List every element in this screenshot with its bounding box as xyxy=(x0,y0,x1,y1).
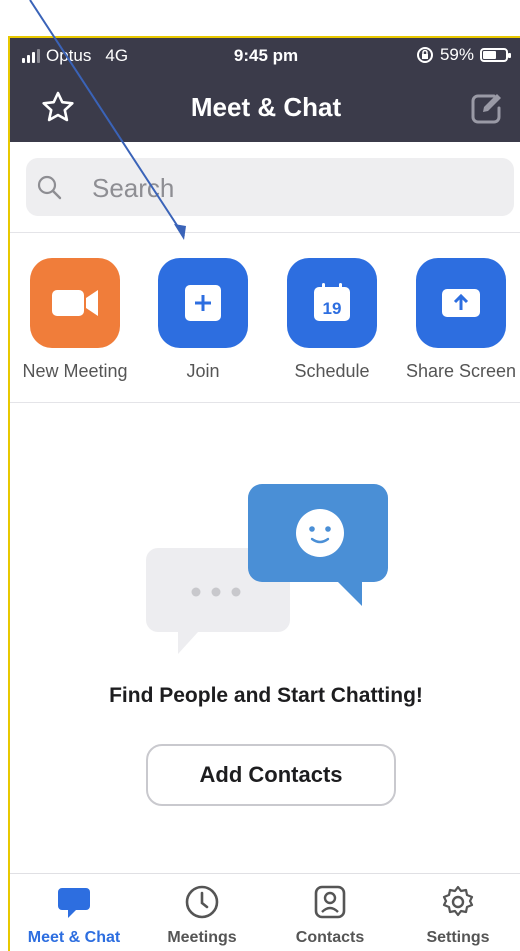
share-screen-label: Share Screen xyxy=(405,361,517,381)
schedule-button[interactable]: 19 Schedule xyxy=(267,258,397,382)
chat-bubble-icon xyxy=(58,888,90,918)
chat-illustration-icon xyxy=(146,484,388,654)
tab-bar: Meet & Chat Meetings Contacts Settings xyxy=(10,873,520,951)
tab-contacts[interactable]: Contacts xyxy=(266,874,394,947)
top-navigation-bar: Meet & Chat xyxy=(10,74,520,142)
contact-card-icon xyxy=(314,885,346,919)
edit-icon[interactable] xyxy=(466,88,506,128)
add-contacts-button[interactable]: Add Contacts xyxy=(146,744,396,806)
tab-label: Settings xyxy=(426,929,490,946)
clock-icon xyxy=(185,885,219,919)
upload-arrow-icon xyxy=(442,289,480,317)
plus-icon xyxy=(185,285,221,321)
tab-meet-chat[interactable]: Meet & Chat xyxy=(10,874,138,947)
calendar-day: 19 xyxy=(323,299,342,318)
tab-settings[interactable]: Settings xyxy=(394,874,520,947)
video-camera-icon xyxy=(52,290,98,316)
battery-icon xyxy=(480,48,511,62)
phone-screen: Optus 4G 9:45 pm 59% Meet & Chat Search … xyxy=(8,36,520,951)
tab-label: Meetings xyxy=(167,929,237,946)
orientation-lock-icon xyxy=(416,47,433,63)
new-meeting-label: New Meeting xyxy=(22,361,128,381)
join-button[interactable]: Join xyxy=(138,258,268,382)
search-icon xyxy=(37,175,62,200)
search-input[interactable]: Search xyxy=(26,158,514,216)
divider xyxy=(10,402,520,403)
new-meeting-tile[interactable] xyxy=(30,258,120,348)
schedule-label: Schedule xyxy=(294,361,370,381)
battery-info: 59% xyxy=(416,45,511,65)
gear-icon xyxy=(442,885,474,917)
search-placeholder: Search xyxy=(92,173,175,203)
new-meeting-button[interactable]: New Meeting xyxy=(10,258,140,382)
join-tile[interactable] xyxy=(158,258,248,348)
empty-state-title: Find People and Start Chatting! xyxy=(109,684,423,707)
page-title: Meet & Chat xyxy=(190,92,342,122)
tab-label: Contacts xyxy=(295,929,365,946)
quick-actions: New Meeting Join 19 Schedule Share Scree… xyxy=(10,258,520,388)
schedule-tile[interactable]: 19 xyxy=(287,258,377,348)
tab-meetings[interactable]: Meetings xyxy=(138,874,266,947)
join-label: Join xyxy=(186,361,220,381)
share-screen-button[interactable]: Share Screen xyxy=(396,258,520,382)
battery-percent: 59% xyxy=(439,45,474,64)
share-screen-tile[interactable] xyxy=(416,258,506,348)
divider xyxy=(10,232,520,233)
status-bar: Optus 4G 9:45 pm 59% xyxy=(10,38,520,74)
calendar-icon: 19 xyxy=(314,283,350,321)
tab-label: Meet & Chat xyxy=(27,929,121,946)
